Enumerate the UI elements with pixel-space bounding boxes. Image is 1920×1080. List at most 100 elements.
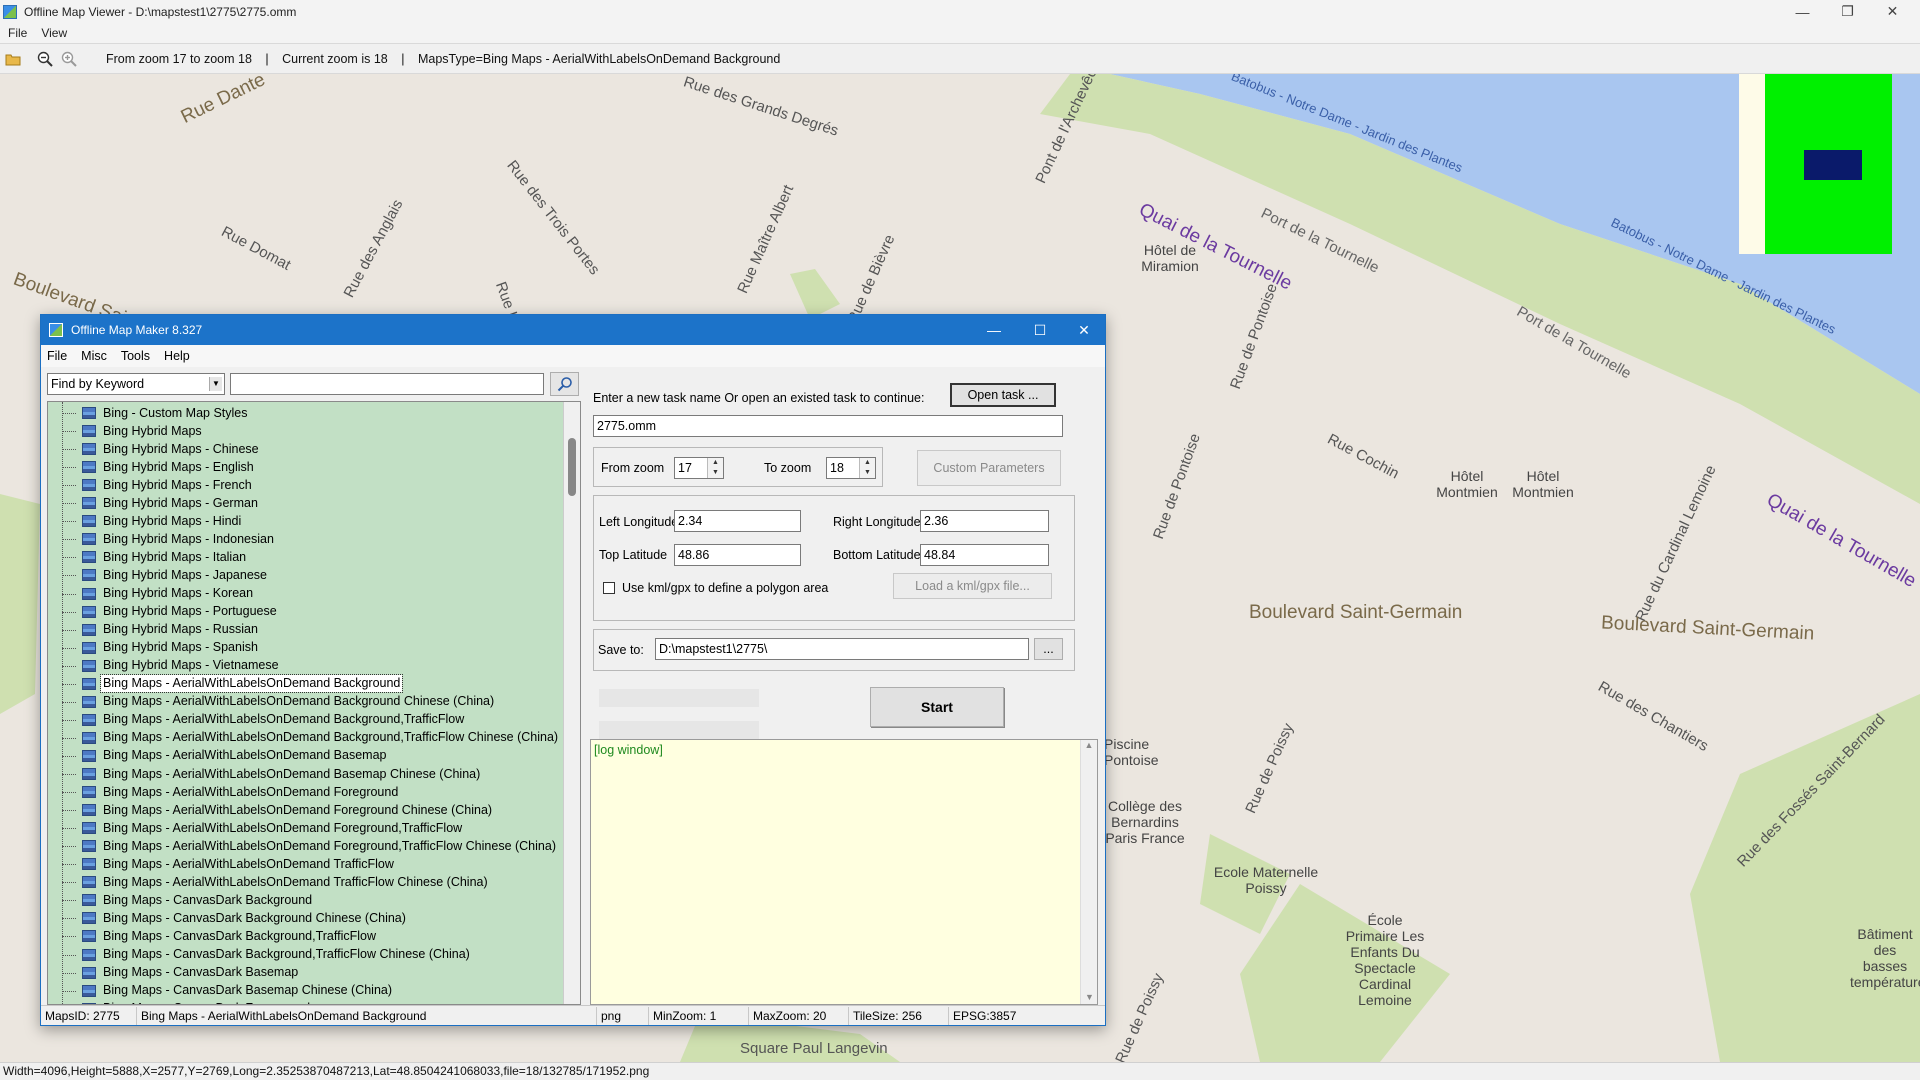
find-mode-select[interactable]: Find by Keyword ▼ xyxy=(47,373,225,395)
map-tile-icon xyxy=(82,768,96,780)
open-task-button[interactable]: Open task ... xyxy=(950,383,1056,407)
tree-item-label: Bing - Custom Map Styles xyxy=(103,405,248,420)
zoom-in-icon[interactable] xyxy=(58,48,80,70)
maps-tree[interactable]: Bing - Custom Map Styles Bing Hybrid Maps… xyxy=(47,401,581,1005)
minimap-viewport[interactable] xyxy=(1804,150,1862,180)
tree-item[interactable]: Bing Hybrid Maps - Vietnamese xyxy=(62,657,281,675)
tree-item[interactable]: Bing Maps - AerialWithLabelsOnDemand Bac… xyxy=(62,674,404,694)
tree-item-label: Bing Maps - AerialWithLabelsOnDemand For… xyxy=(103,820,463,835)
map-tile-icon xyxy=(82,461,96,474)
menu-file[interactable]: File xyxy=(8,26,27,40)
progress-bar-total xyxy=(599,689,759,707)
open-folder-icon[interactable] xyxy=(2,48,24,70)
bottom-latitude-input[interactable]: 48.84 xyxy=(920,544,1049,566)
tree-connector xyxy=(62,846,76,848)
map-tile-icon xyxy=(82,912,96,925)
dialog-menu-help[interactable]: Help xyxy=(164,349,190,363)
tree-item[interactable]: Bing Maps - CanvasDark Basemap xyxy=(62,964,300,982)
tree-item[interactable]: Bing Hybrid Maps - French xyxy=(62,476,254,494)
left-longitude-input[interactable]: 2.34 xyxy=(674,510,801,532)
minimap[interactable] xyxy=(1739,74,1892,254)
tree-item[interactable]: Bing Maps - AerialWithLabelsOnDemand Bas… xyxy=(62,765,482,783)
dialog-maximize-button[interactable]: ☐ xyxy=(1017,315,1063,345)
tree-connector xyxy=(62,665,76,667)
status-tile-size: TileSize: 256 xyxy=(849,1006,949,1025)
tree-item[interactable]: Bing Maps - AerialWithLabelsOnDemand For… xyxy=(62,783,400,801)
menu-view[interactable]: View xyxy=(41,26,67,40)
tree-item[interactable]: Bing Hybrid Maps - English xyxy=(62,458,256,476)
tree-item[interactable]: Bing Hybrid Maps - Indonesian xyxy=(62,530,276,548)
close-button[interactable]: ✕ xyxy=(1870,0,1915,23)
tree-item-label: Bing Hybrid Maps - Korean xyxy=(103,586,254,600)
top-latitude-input[interactable]: 48.86 xyxy=(674,544,801,566)
tree-item[interactable]: Bing Maps - CanvasDark Background Chines… xyxy=(62,909,408,927)
custom-parameters-button[interactable]: Custom Parameters xyxy=(917,450,1061,486)
tree-item[interactable]: Bing Maps - AerialWithLabelsOnDemand Tra… xyxy=(62,873,490,891)
tree-item[interactable]: Bing Hybrid Maps - Korean xyxy=(62,585,255,603)
tree-connector xyxy=(62,485,76,487)
zoom-out-icon[interactable] xyxy=(34,48,56,70)
dialog-minimize-button[interactable]: — xyxy=(971,315,1017,345)
start-button[interactable]: Start xyxy=(870,687,1004,727)
polygon-checkbox[interactable] xyxy=(603,582,615,594)
dialog-menu-file[interactable]: File xyxy=(47,349,67,363)
tree-item[interactable]: Bing Hybrid Maps - German xyxy=(62,494,260,512)
tree-item[interactable]: Bing Maps - AerialWithLabelsOnDemand For… xyxy=(62,819,464,837)
tree-scrollbar[interactable] xyxy=(563,402,580,1004)
map-tile-icon xyxy=(82,569,96,582)
status-min-zoom: MinZoom: 1 xyxy=(649,1006,749,1025)
tree-connector xyxy=(62,755,76,757)
tree-item[interactable]: Bing Hybrid Maps - Spanish xyxy=(62,639,260,657)
scrollbar-thumb[interactable] xyxy=(568,438,576,496)
load-kml-button[interactable]: Load a kml/gpx file... xyxy=(893,573,1052,599)
tree-item[interactable]: Bing Maps - AerialWithLabelsOnDemand Bas… xyxy=(62,747,388,765)
tree-item-label: Bing Hybrid Maps - Japanese xyxy=(103,567,267,582)
minimize-button[interactable]: — xyxy=(1780,0,1825,23)
tree-item-label: Bing Maps - AerialWithLabelsOnDemand For… xyxy=(103,784,399,799)
tree-item[interactable]: Bing Maps - AerialWithLabelsOnDemand Bac… xyxy=(62,693,496,711)
stepper-arrows-icon[interactable]: ▲ ▼ xyxy=(707,458,723,478)
tree-connector xyxy=(62,539,76,541)
map-label-street: Boulevard Saint-Germain xyxy=(1249,602,1463,623)
tree-item[interactable]: Bing Maps - AerialWithLabelsOnDemand For… xyxy=(62,837,558,855)
dialog-close-button[interactable]: ✕ xyxy=(1061,315,1107,345)
tree-item[interactable]: Bing Maps - AerialWithLabelsOnDemand For… xyxy=(62,801,494,819)
browse-button[interactable]: ... xyxy=(1034,638,1063,660)
tree-item[interactable]: Bing Maps - CanvasDark Basemap Chinese (… xyxy=(62,982,394,1000)
restore-button[interactable]: ❐ xyxy=(1825,0,1870,23)
map-tile-icon xyxy=(82,948,96,961)
stepper-arrows-icon[interactable]: ▲ ▼ xyxy=(859,458,875,478)
map-label-place: Hôtel Montmien xyxy=(1512,468,1574,500)
tree-item[interactable]: Bing Hybrid Maps - Russian xyxy=(62,621,260,639)
save-to-input[interactable]: D:\mapstest1\2775\ xyxy=(655,638,1029,660)
keyword-input[interactable] xyxy=(230,373,544,395)
dialog-menu-tools[interactable]: Tools xyxy=(121,349,150,363)
right-longitude-input[interactable]: 2.36 xyxy=(920,510,1049,532)
from-zoom-stepper[interactable]: 17 ▲ ▼ xyxy=(674,457,724,479)
tree-item[interactable]: Bing Hybrid Maps xyxy=(62,422,204,440)
tree-item[interactable]: Bing Maps - AerialWithLabelsOnDemand Bac… xyxy=(62,729,560,747)
tree-connector xyxy=(62,719,76,721)
polygon-label: Use kml/gpx to define a polygon area xyxy=(622,581,829,595)
task-name-input[interactable]: 2775.omm xyxy=(593,415,1063,437)
tree-item[interactable]: Bing Maps - CanvasDark Background,Traffi… xyxy=(62,946,472,964)
to-zoom-stepper[interactable]: 18 ▲ ▼ xyxy=(826,457,876,479)
search-button[interactable] xyxy=(550,372,579,396)
tree-item[interactable]: Bing Maps - AerialWithLabelsOnDemand Bac… xyxy=(62,711,466,729)
tree-item[interactable]: Bing Maps - AerialWithLabelsOnDemand Tra… xyxy=(62,855,396,873)
tree-item[interactable]: Bing Hybrid Maps - Chinese xyxy=(62,440,261,458)
log-window[interactable]: [log window] ▲ ▼ xyxy=(590,739,1098,1005)
dialog-menu-misc[interactable]: Misc xyxy=(81,349,107,363)
tree-connector xyxy=(62,413,76,414)
tree-item[interactable]: Bing Maps - CanvasDark Background xyxy=(62,891,314,909)
log-scrollbar[interactable]: ▲ ▼ xyxy=(1080,740,1097,1004)
tree-item[interactable]: Bing Maps - CanvasDark Background,Traffi… xyxy=(62,927,378,945)
map-tile-icon xyxy=(82,533,96,546)
tree-item[interactable]: Bing Hybrid Maps - Japanese xyxy=(62,566,269,584)
map-tile-icon xyxy=(82,623,96,636)
tree-item[interactable]: Bing Hybrid Maps - Portuguese xyxy=(62,603,279,621)
tree-item[interactable]: Bing Hybrid Maps - Hindi xyxy=(62,512,243,530)
tree-item[interactable]: Bing - Custom Map Styles xyxy=(62,404,250,422)
tree-connector xyxy=(62,593,76,595)
tree-item[interactable]: Bing Hybrid Maps - Italian xyxy=(62,548,248,566)
